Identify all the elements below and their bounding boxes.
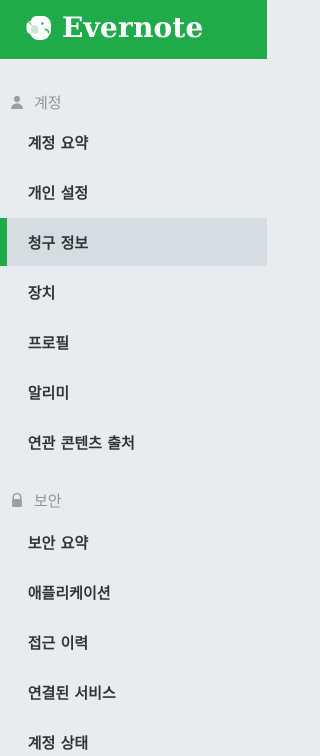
sidebar-item-applications[interactable]: 애플리케이션: [0, 568, 267, 616]
sidebar-item-notifications[interactable]: 알리미: [0, 368, 267, 416]
sidebar-item-devices[interactable]: 장치: [0, 268, 267, 316]
sidebar-item-account-status[interactable]: 계정 상태: [0, 718, 267, 756]
section-title-account: 계정: [34, 93, 62, 112]
elephant-logo-icon: [24, 13, 54, 43]
sidebar-item-label: 접근 이력: [28, 633, 89, 652]
sidebar-item-label: 계정 요약: [28, 133, 89, 152]
section-header-security: 보안: [8, 490, 62, 510]
brand-name: Evernote: [62, 11, 204, 44]
sidebar-item-label: 프로필: [28, 333, 70, 352]
sidebar-item-related-content-sources[interactable]: 연관 콘텐츠 출처: [0, 418, 267, 466]
sidebar-item-label: 계정 상태: [28, 733, 89, 752]
app-header: Evernote: [0, 0, 267, 59]
sidebar-item-account-summary[interactable]: 계정 요약: [0, 118, 267, 166]
sidebar-item-security-summary[interactable]: 보안 요약: [0, 518, 267, 566]
section-title-security: 보안: [34, 491, 62, 510]
sidebar-item-label: 연결된 서비스: [28, 683, 117, 702]
sidebar-item-label: 청구 정보: [28, 233, 89, 252]
sidebar-item-label: 애플리케이션: [28, 583, 111, 602]
sidebar-item-billing-info[interactable]: 청구 정보: [0, 218, 267, 266]
user-icon: [8, 93, 26, 111]
sidebar-item-label: 장치: [28, 283, 56, 302]
sidebar-item-label: 보안 요약: [28, 533, 89, 552]
sidebar-item-label: 연관 콘텐츠 출처: [28, 433, 136, 452]
brand[interactable]: Evernote: [24, 8, 204, 48]
account-settings-sidebar: Evernote 계정 계정 요약 개인 설정 청구 정보 장치 프로필 알리미…: [0, 0, 267, 756]
sidebar-item-label: 개인 설정: [28, 183, 89, 202]
section-header-account: 계정: [8, 92, 62, 112]
lock-icon: [8, 491, 26, 509]
sidebar-item-connected-services[interactable]: 연결된 서비스: [0, 668, 267, 716]
sidebar-item-personal-settings[interactable]: 개인 설정: [0, 168, 267, 216]
sidebar-item-profile[interactable]: 프로필: [0, 318, 267, 366]
sidebar-item-label: 알리미: [28, 383, 70, 402]
sidebar-item-access-history[interactable]: 접근 이력: [0, 618, 267, 666]
